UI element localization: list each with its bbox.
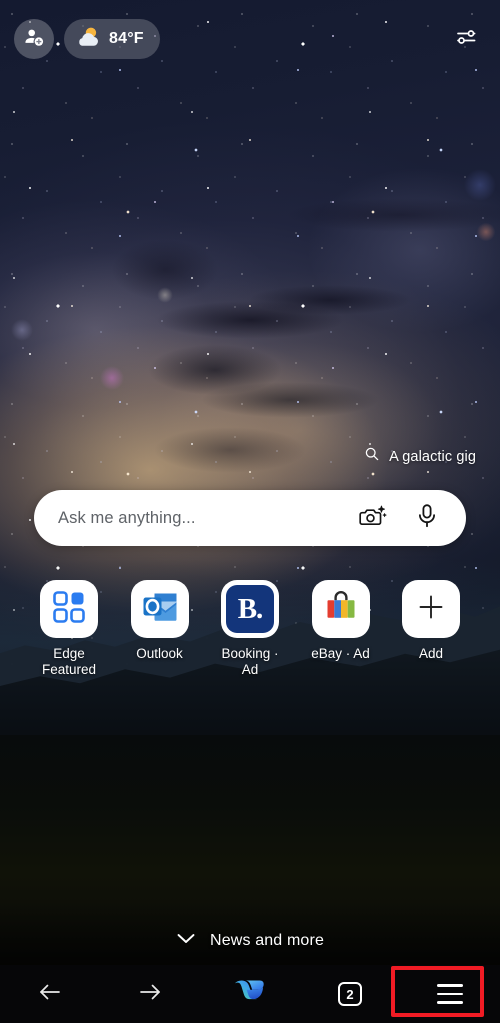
search-icon — [364, 446, 380, 467]
copilot-icon — [231, 975, 269, 1014]
sun-behind-cloud-icon — [75, 25, 101, 54]
hamburger-line — [437, 992, 463, 996]
voice-search-button[interactable] — [410, 501, 444, 535]
tile-label: Add — [418, 646, 444, 661]
hamburger-menu-icon — [437, 984, 463, 1004]
plus-icon — [417, 593, 445, 626]
tile-icon-wrapper — [402, 580, 460, 638]
menu-button[interactable] — [400, 965, 500, 1023]
weather-temperature: 84°F — [109, 30, 144, 47]
booking-icon-text: B. — [237, 592, 264, 625]
sliders-icon — [454, 25, 478, 54]
tile-label: Edge Featured — [41, 646, 97, 677]
background-image-caption[interactable]: A galactic gig — [364, 446, 476, 467]
copilot-button[interactable] — [200, 965, 300, 1023]
hamburger-line — [437, 984, 463, 987]
booking-icon: B. — [226, 585, 274, 633]
tab-switcher-button[interactable]: 2 — [300, 965, 400, 1023]
chevron-down-icon — [176, 932, 196, 950]
back-arrow-icon — [37, 980, 63, 1009]
shortcut-tile-outlook[interactable]: Outlook — [127, 580, 193, 678]
visual-search-button[interactable] — [356, 501, 390, 535]
tile-icon-wrapper — [311, 580, 370, 638]
camera-sparkle-icon — [359, 503, 387, 534]
outlook-icon — [140, 588, 180, 631]
shortcut-tile-edge-featured[interactable]: Edge Featured — [36, 580, 102, 678]
edge-featured-grid-icon — [52, 590, 86, 629]
search-input[interactable]: Ask me anything... — [58, 509, 356, 528]
microphone-icon — [416, 503, 438, 534]
shortcut-tile-ebay[interactable]: eBay · Ad — [308, 580, 374, 678]
shortcut-tile-add[interactable]: Add — [398, 580, 464, 678]
caption-text: A galactic gig — [389, 448, 476, 465]
back-button[interactable] — [0, 965, 100, 1023]
edge-new-tab-page: 84°F A galactic gig Ask me anything... E… — [0, 0, 500, 1023]
shortcut-tiles: Edge Featured Outlook B. Booking · Ad eB… — [0, 580, 500, 678]
tile-icon-wrapper: B. — [221, 580, 279, 638]
tile-label: Booking · Ad — [221, 646, 279, 677]
top-bar: 84°F — [0, 0, 500, 78]
weather-widget[interactable]: 84°F — [64, 19, 160, 59]
bottom-navigation-bar: 2 — [0, 965, 500, 1023]
tile-label: Outlook — [136, 646, 183, 661]
news-feed-label: News and more — [210, 932, 324, 949]
tile-icon-wrapper — [130, 580, 189, 638]
shortcut-tile-booking[interactable]: B. Booking · Ad — [217, 580, 283, 678]
tile-label: eBay · Ad — [311, 646, 370, 661]
hamburger-line — [437, 1001, 463, 1004]
tab-count-badge: 2 — [338, 982, 362, 1006]
page-settings-button[interactable] — [446, 19, 486, 59]
add-person-icon — [23, 26, 45, 53]
tile-icon-wrapper — [40, 580, 98, 638]
forward-arrow-icon — [137, 980, 163, 1009]
ebay-shopping-bag-icon — [322, 588, 360, 631]
add-profile-button[interactable] — [14, 19, 54, 59]
news-feed-toggle[interactable]: News and more — [0, 932, 500, 950]
search-box[interactable]: Ask me anything... — [34, 490, 466, 546]
forward-button[interactable] — [100, 965, 200, 1023]
